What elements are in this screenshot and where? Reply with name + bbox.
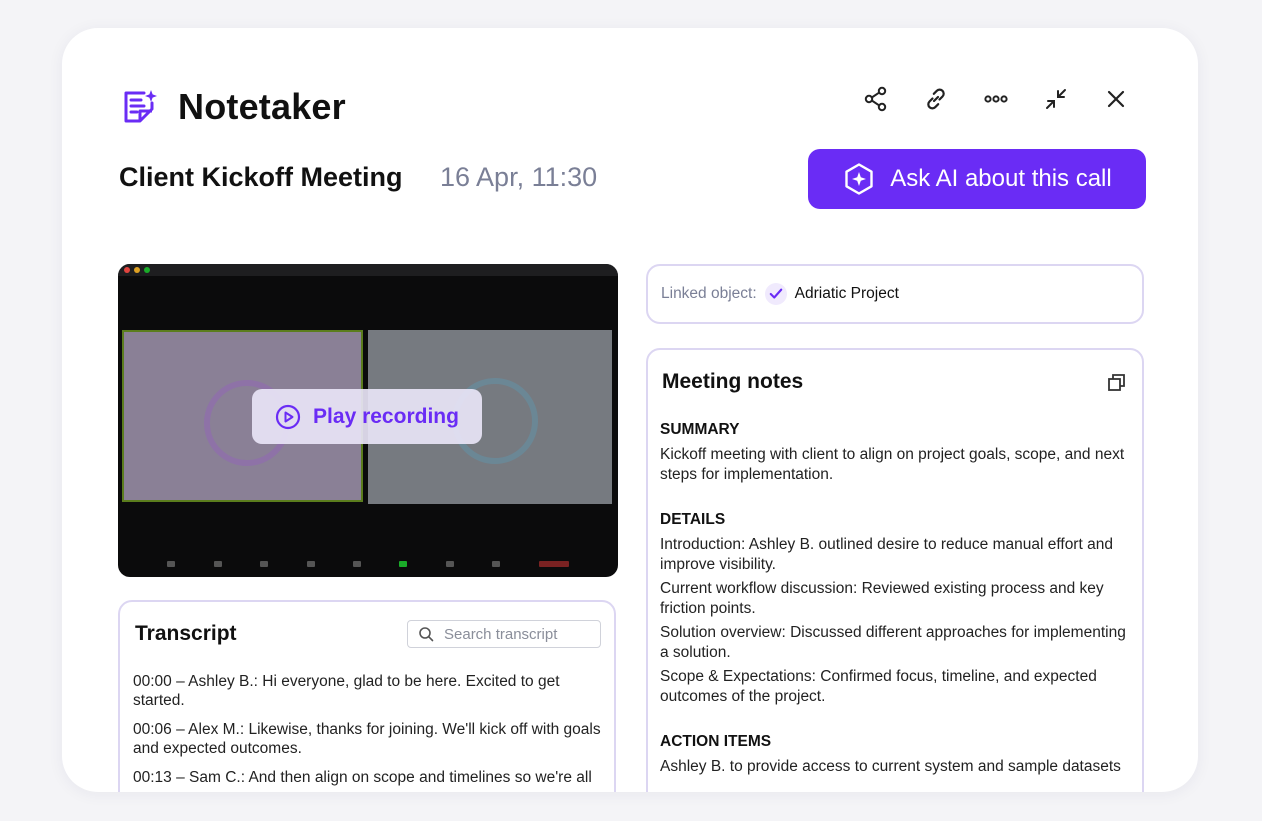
video-player[interactable]: Play recording [118,264,618,577]
notes-sparkle-icon [120,87,160,127]
meeting-title: Client Kickoff Meeting [119,162,403,192]
app-header: Notetaker [120,86,346,128]
transcript-search[interactable] [407,620,601,648]
participants-icon [306,561,315,567]
window-close-dot [124,267,130,273]
window-toolbar [846,84,1146,114]
linked-object-panel: Linked object: Adriatic Project [646,264,1144,324]
transcript-line: 00:00 – Ashley B.: Hi everyone, glad to … [133,673,560,709]
details-item: Scope & Expectations: Confirmed focus, t… [660,668,1097,705]
copy-link-button[interactable] [906,84,966,114]
details-item: Solution overview: Discussed different a… [660,624,1126,661]
copy-icon[interactable] [1106,372,1128,394]
mic-icon [167,561,176,567]
security-icon [260,561,269,567]
meeting-notes-panel: Meeting notes SUMMARY Kickoff meeting wi… [646,348,1144,792]
action-item: Ashley B. to provide access to current s… [660,758,1121,775]
linked-object-link[interactable]: Adriatic Project [795,285,899,303]
reactions-icon [492,561,501,567]
more-button[interactable] [966,84,1026,114]
app-title: Notetaker [178,86,346,127]
share-button[interactable] [846,84,906,114]
action-items-heading: ACTION ITEMS [660,733,772,750]
play-recording-label: Play recording [313,404,459,428]
play-icon [275,404,301,429]
action-items-section: ACTION ITEMS Ashley B. to provide access… [660,732,1130,777]
search-input[interactable] [442,624,596,644]
transcript-panel: Transcript 00:00 – Ashley B.: Hi everyon… [118,600,616,792]
transcript-lines: 00:00 – Ashley B.: Hi everyone, glad to … [133,672,603,792]
camera-icon [213,561,222,567]
share-screen-icon [399,561,408,567]
transcript-line: 00:13 – Sam C.: And then align on scope … [133,769,592,786]
video-controls-bar [118,551,618,577]
share-icon [864,86,887,112]
end-call-icon [538,561,569,567]
summary-section: SUMMARY Kickoff meeting with client to a… [660,420,1130,485]
meeting-notes-title: Meeting notes [662,370,804,393]
meeting-date: 16 Apr, 11:30 [440,162,598,192]
project-check-icon [764,283,787,305]
ask-ai-button[interactable]: Ask AI about this call [808,149,1146,209]
more-icon [984,95,1008,103]
play-recording-button[interactable]: Play recording [252,389,482,444]
record-icon [445,561,454,567]
details-section: DETAILS Introduction: Ashley B. outlined… [660,510,1130,707]
close-icon [1107,90,1125,108]
summary-text: Kickoff meeting with client to align on … [660,446,1125,483]
video-window-bar [118,264,618,276]
chat-icon [352,561,361,567]
linked-object-label: Linked object: [661,285,757,302]
meeting-notes-body: SUMMARY Kickoff meeting with client to a… [660,420,1130,792]
collapse-button[interactable] [1026,84,1086,114]
ai-hexagon-icon [845,163,873,195]
transcript-title: Transcript [135,622,237,645]
details-item: Introduction: Ashley B. outlined desire … [660,536,1113,573]
transcript-line: 00:06 – Alex M.: Likewise, thanks for jo… [133,721,601,757]
notetaker-card: Notetaker Client Kickoff Meeting 16 Apr,… [62,28,1198,792]
search-icon [419,627,434,642]
close-button[interactable] [1086,84,1146,114]
summary-heading: SUMMARY [660,421,740,438]
window-maximize-dot [144,267,150,273]
details-heading: DETAILS [660,511,726,528]
details-item: Current workflow discussion: Reviewed ex… [660,580,1104,617]
ask-ai-label: Ask AI about this call [890,165,1112,192]
collapse-icon [1046,89,1066,109]
window-minimize-dot [134,267,140,273]
link-icon [927,88,945,110]
